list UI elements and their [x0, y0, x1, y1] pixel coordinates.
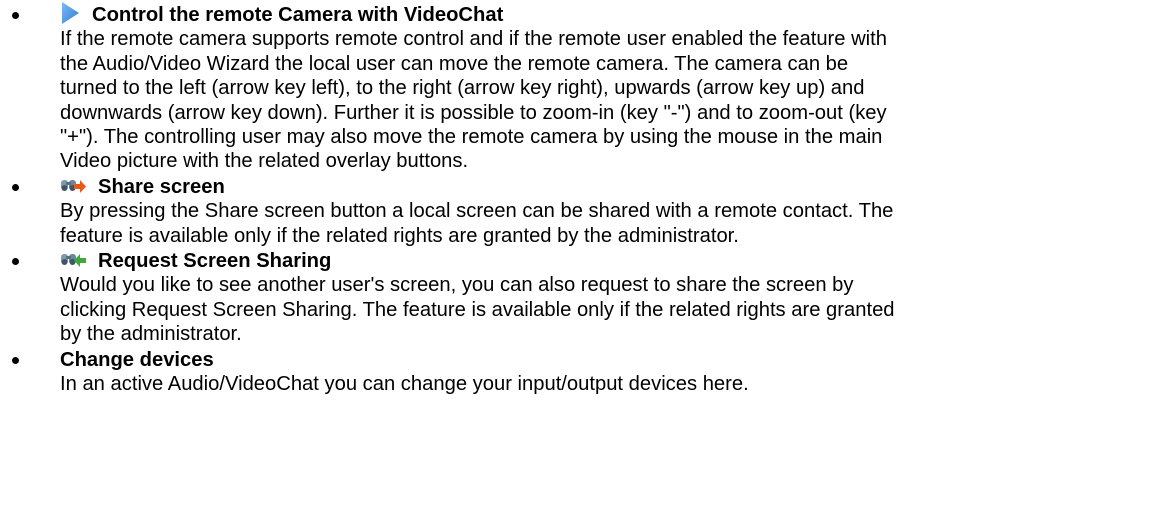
feature-list: Control the remote Camera with VideoChat… [0, 0, 1168, 396]
feature-description: Would you like to see another user's scr… [60, 273, 1168, 346]
bullet [12, 183, 19, 191]
desc-line: clicking Request Screen Sharing. The fea… [60, 298, 895, 321]
feature-description: In an active Audio/VideoChat you can cha… [60, 372, 1168, 396]
feature-title: Change devices [60, 348, 214, 371]
play-triangle-icon [60, 1, 80, 25]
list-item-request-screen-sharing: Request Screen Sharing Would you like to… [0, 249, 1168, 347]
desc-line: Would you like to see another user's scr… [60, 274, 854, 297]
feature-title: Request Screen Sharing [98, 250, 332, 273]
feature-description: By pressing the Share screen button a lo… [60, 199, 1168, 248]
list-item-change-devices: Change devices In an active Audio/VideoC… [0, 348, 1168, 397]
title-row: Control the remote Camera with VideoChat [60, 1, 1168, 27]
desc-line: Video picture with the related overlay b… [60, 150, 469, 173]
bullet [12, 356, 19, 364]
desc-line: "+"). The controlling user may also move… [60, 126, 883, 149]
desc-line: by the administrator. [60, 323, 242, 346]
share-screen-icon [60, 175, 86, 195]
feature-title: Control the remote Camera with VideoChat [92, 4, 504, 26]
feature-description: If the remote camera supports remote con… [60, 27, 1168, 173]
list-item-share-screen: Share screen By pressing the Share scree… [0, 175, 1168, 248]
desc-line: In an active Audio/VideoChat you can cha… [60, 373, 749, 396]
feature-title: Share screen [98, 175, 225, 198]
title-row: Change devices [60, 348, 1168, 372]
desc-line: If the remote camera supports remote con… [60, 28, 888, 51]
list-item-control-camera: Control the remote Camera with VideoChat… [0, 0, 1168, 174]
bullet [12, 258, 19, 266]
title-row: Share screen [60, 175, 1168, 199]
desc-line: the Audio/Video Wizard the local user ca… [60, 52, 849, 75]
bullet [12, 12, 19, 19]
desc-line: downwards (arrow key down). Further it i… [60, 101, 887, 124]
document: Control the remote Camera with VideoChat… [0, 0, 1168, 505]
desc-line: feature is available only if the related… [60, 224, 739, 247]
title-row: Request Screen Sharing [60, 249, 1168, 273]
request-screen-sharing-icon [60, 249, 86, 269]
desc-line: turned to the left (arrow key left), to … [60, 77, 865, 100]
desc-line: By pressing the Share screen button a lo… [60, 200, 894, 223]
